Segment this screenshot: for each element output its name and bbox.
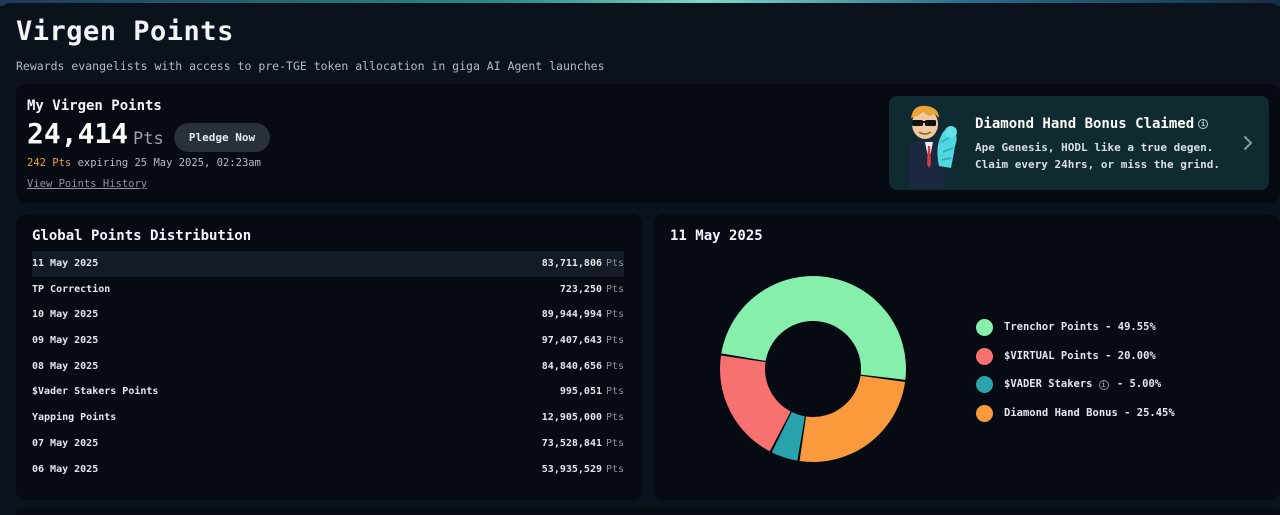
bonus-title: Diamond Hand Bonus Claimed i [975, 116, 1209, 132]
row-label: 08 May 2025 [32, 360, 99, 372]
row-unit: Pts [605, 258, 624, 269]
row-unit: Pts [605, 309, 624, 321]
row-value: 995,051 [559, 386, 602, 398]
row-value: 12,905,000 [541, 412, 602, 424]
row-unit: Pts [605, 437, 624, 449]
chevron-right-icon[interactable] [1241, 133, 1255, 153]
list-item: 10 May 2025 89,944,994 Pts [32, 302, 624, 328]
list-item: TP Correction 723,250 Pts [32, 277, 624, 303]
legend-item-diamond: Diamond Hand Bonus - 25.45% [976, 402, 1236, 431]
expiring-amount: 242 Pts [27, 157, 72, 169]
my-points-unit: Pts [133, 129, 164, 149]
chart-legend: Trenchor Points - 49.55% $VIRTUAL Points… [976, 316, 1236, 431]
row-value: 73,528,841 [541, 437, 602, 449]
row-value: 83,711,806 [541, 258, 602, 269]
row-value: 84,840,656 [541, 360, 602, 372]
pledge-now-button[interactable]: Pledge Now [174, 123, 270, 152]
list-item: 08 May 2025 84,840,656 Pts [32, 354, 624, 380]
my-points-value: 24,414 [27, 117, 129, 150]
legend-item-trenchor: Trenchor Points - 49.55% [976, 316, 1236, 345]
row-label: $Vader Stakers Points [32, 386, 159, 398]
row-label: 06 May 2025 [32, 463, 99, 475]
row-unit: Pts [605, 360, 624, 372]
list-item: 11 May 2025 83,711,806 Pts [32, 251, 624, 277]
next-section-edge [16, 508, 1280, 515]
row-unit: Pts [605, 412, 624, 424]
list-item: 09 May 2025 97,407,643 Pts [32, 328, 624, 354]
page-subtitle: Rewards evangelists with access to pre-T… [16, 59, 605, 73]
row-label: Yapping Points [32, 412, 117, 424]
distribution-list: 11 May 2025 83,711,806 Pts TP Correction… [32, 251, 624, 482]
legend-label: Trenchor Points - 49.55% [1004, 321, 1156, 333]
row-label: 10 May 2025 [32, 309, 99, 321]
expiring-text: expiring 25 May 2025, 02:23am [71, 157, 261, 169]
donut-slice-diamond-hand-bonus [799, 375, 906, 462]
list-item: 07 May 2025 73,528,841 Pts [32, 431, 624, 457]
points-breakdown-chart-card: 11 May 2025 Trenchor Points - 49.55% $VI… [654, 214, 1280, 500]
distribution-title: Global Points Distribution [32, 228, 252, 244]
row-unit: Pts [605, 283, 624, 295]
legend-label-vader: $VADER Stakers i - 5.00% [1004, 378, 1162, 391]
page-title: Virgen Points [16, 16, 234, 47]
row-label: 11 May 2025 [32, 258, 99, 269]
legend-swatch [976, 319, 993, 336]
chart-title: 11 May 2025 [670, 228, 763, 244]
list-item: $Vader Stakers Points 995,051 Pts [32, 379, 624, 405]
row-label: 09 May 2025 [32, 335, 99, 347]
global-points-distribution-card: Global Points Distribution 11 May 2025 8… [16, 214, 642, 500]
legend-label: $VADER Stakers [1004, 378, 1093, 391]
row-label: 07 May 2025 [32, 437, 99, 449]
row-unit: Pts [605, 463, 624, 475]
info-icon[interactable]: i [1098, 380, 1109, 391]
legend-item-vader: $VADER Stakers i - 5.00% [976, 373, 1236, 402]
legend-swatch [976, 376, 993, 394]
flexing-mascot-avatar-icon [895, 102, 963, 188]
row-value: 97,407,643 [541, 335, 602, 347]
points-donut-chart [720, 275, 906, 462]
row-label: TP Correction [32, 283, 111, 295]
info-icon[interactable]: i [1198, 119, 1209, 129]
bonus-title-text: Diamond Hand Bonus Claimed [975, 116, 1195, 132]
row-unit: Pts [605, 386, 624, 398]
legend-label: Diamond Hand Bonus - 25.45% [1004, 407, 1175, 420]
legend-label: $VIRTUAL Points - 20.00% [1004, 349, 1156, 362]
expiring-points-note: 242 Pts expiring 25 May 2025, 02:23am [27, 157, 261, 169]
row-value: 723,250 [559, 283, 602, 295]
diamond-hand-bonus-card[interactable]: Diamond Hand Bonus Claimed i Ape Genesis,… [889, 96, 1269, 190]
legend-value: - 5.00% [1110, 378, 1162, 391]
bonus-description-line-2: Claim every 24hrs, or miss the grind. [975, 158, 1221, 171]
legend-swatch [976, 405, 993, 423]
list-item: 06 May 2025 53,935,529 Pts [32, 457, 624, 483]
bonus-description-line-1: Ape Genesis, HODL like a true degen. [975, 141, 1214, 154]
legend-swatch [976, 347, 993, 365]
legend-item-virtual: $VIRTUAL Points - 20.00% [976, 345, 1236, 374]
list-item: Yapping Points 12,905,000 Pts [32, 405, 624, 431]
row-value: 53,935,529 [541, 463, 602, 475]
row-value: 89,944,994 [541, 309, 602, 321]
my-points-label: My Virgen Points [27, 98, 162, 114]
row-unit: Pts [605, 335, 624, 347]
view-points-history-link[interactable]: View Points History [27, 178, 147, 190]
